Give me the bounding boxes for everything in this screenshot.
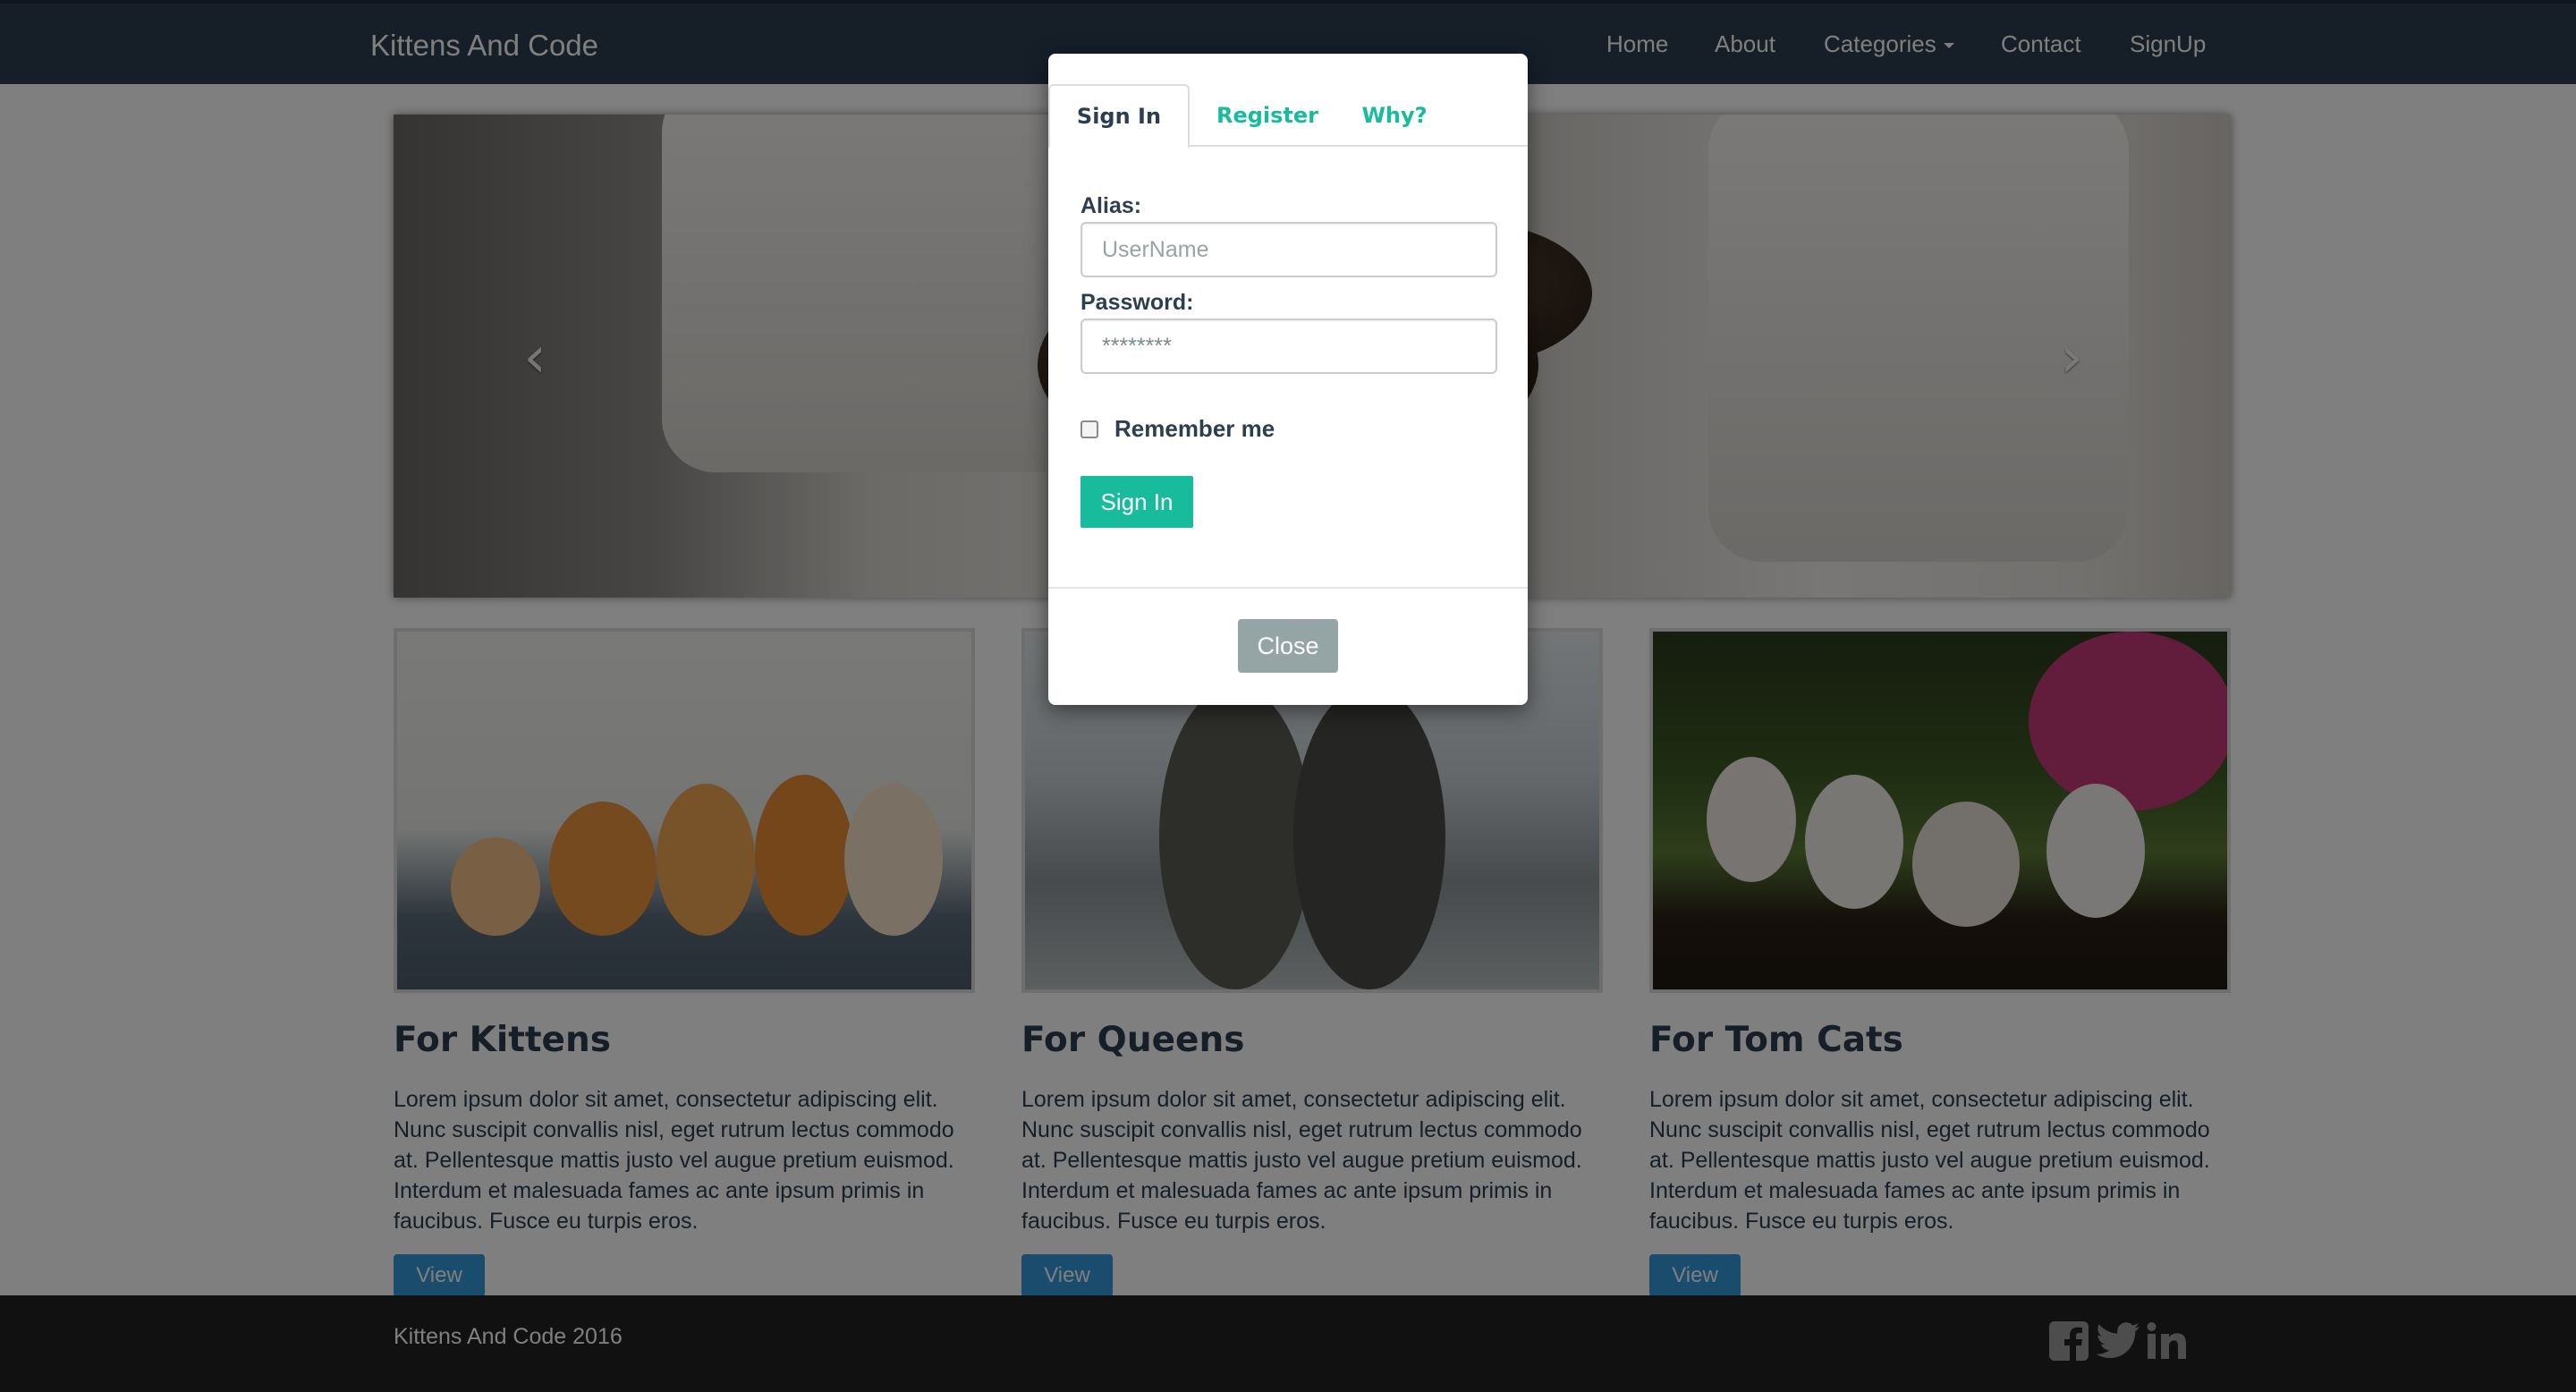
tab-register[interactable]: Register (1200, 84, 1335, 147)
remember-me-checkbox[interactable] (1080, 420, 1098, 438)
tab-sign-in[interactable]: Sign In (1048, 84, 1190, 149)
password-label: Password: (1080, 290, 1194, 315)
tab-why[interactable]: Why? (1343, 84, 1445, 147)
remember-me-label[interactable]: Remember me (1114, 415, 1275, 443)
login-modal: Sign In Register Why? Alias: Password: R… (1048, 54, 1528, 705)
modal-tabs: Sign In Register Why? (1048, 84, 1528, 149)
alias-label: Alias: (1080, 193, 1142, 218)
sign-in-button[interactable]: Sign In (1080, 476, 1193, 528)
modal-footer-divider (1048, 587, 1528, 589)
remember-me-row: Remember me (1080, 415, 1275, 443)
alias-input[interactable] (1080, 222, 1497, 277)
password-input[interactable] (1080, 318, 1497, 374)
close-button[interactable]: Close (1238, 619, 1338, 673)
